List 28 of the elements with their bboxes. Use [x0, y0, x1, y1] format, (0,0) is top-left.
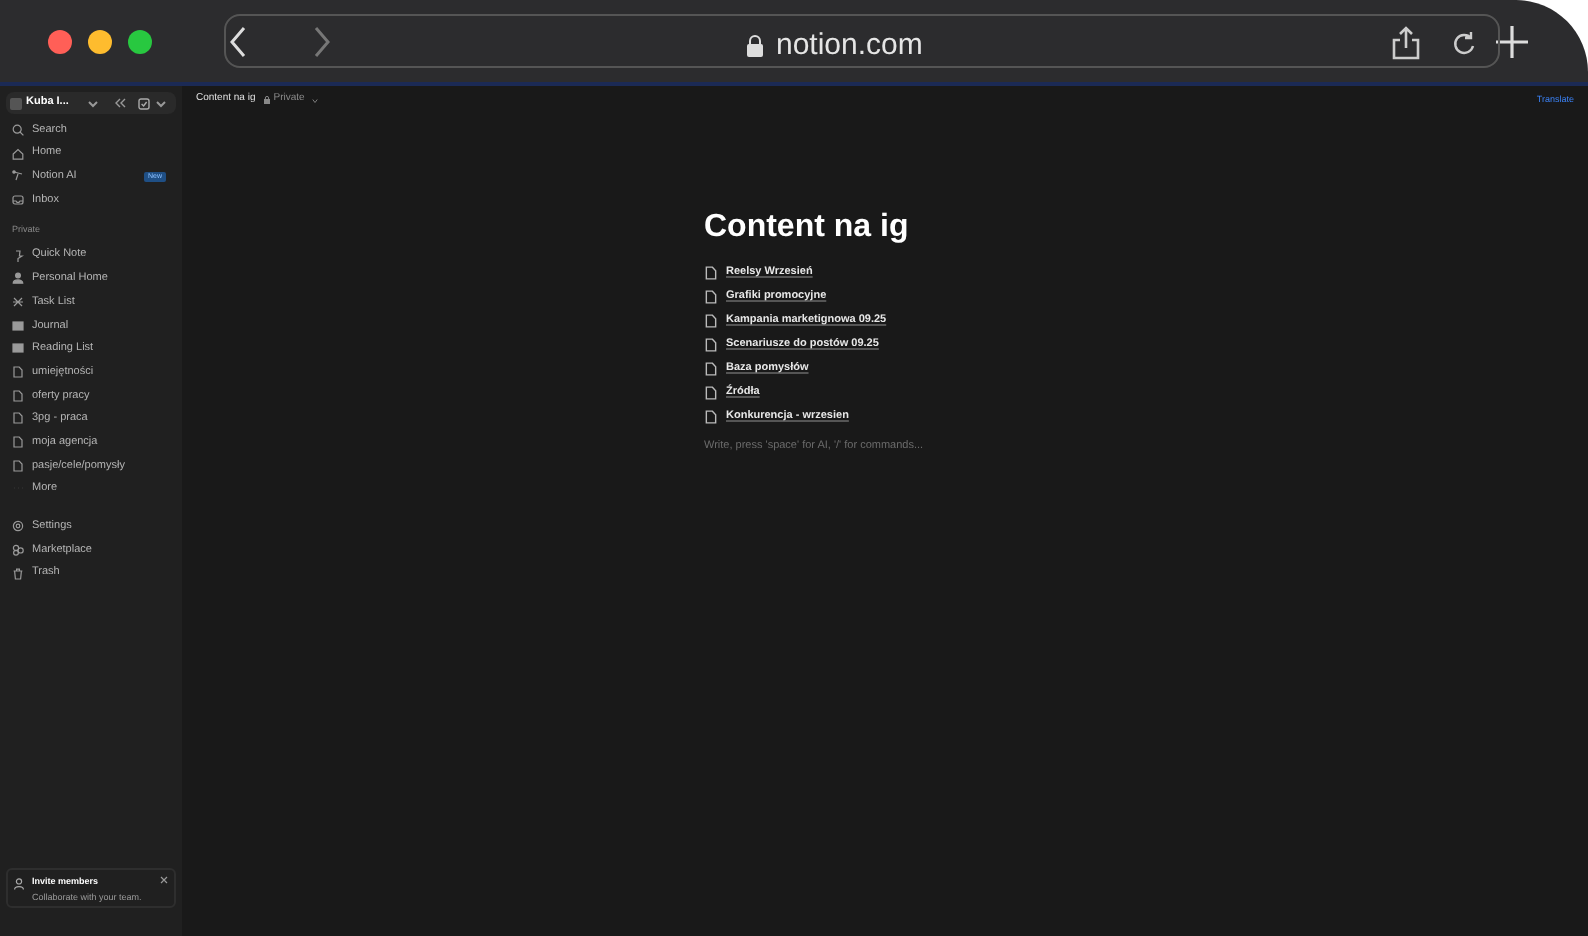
chevron-down-icon[interactable]: [88, 99, 99, 107]
person-icon: [12, 272, 24, 285]
share-icon[interactable]: [1392, 26, 1420, 60]
search-icon: [12, 123, 24, 136]
page-title: Content na ig: [704, 208, 911, 248]
person-add-icon: [14, 878, 26, 890]
chevron-down-icon[interactable]: [156, 99, 167, 107]
lock-icon: [263, 96, 270, 104]
home-icon: [12, 147, 24, 160]
forward-icon[interactable]: [314, 25, 330, 57]
new-tab-icon[interactable]: [1496, 25, 1528, 57]
close-window-button[interactable]: [48, 29, 72, 53]
lock-icon: [746, 34, 764, 59]
chevron-down-icon[interactable]: [312, 97, 319, 103]
new-page-icon[interactable]: [138, 97, 151, 109]
reload-icon[interactable]: [1452, 30, 1476, 56]
workspace-avatar: [10, 97, 22, 109]
trash-icon: [12, 567, 24, 580]
back-icon[interactable]: [230, 25, 246, 57]
close-icon[interactable]: [160, 876, 168, 884]
minimize-window-button[interactable]: [88, 29, 112, 53]
zoom-window-button[interactable]: [128, 29, 152, 53]
settings-icon: [12, 520, 24, 533]
shapes-icon: [12, 543, 24, 556]
address-bar[interactable]: notion.com: [224, 14, 1500, 68]
inbox-icon: [12, 193, 24, 206]
url-text: notion.com: [776, 26, 923, 66]
collapse-sidebar-icon[interactable]: [114, 98, 127, 108]
